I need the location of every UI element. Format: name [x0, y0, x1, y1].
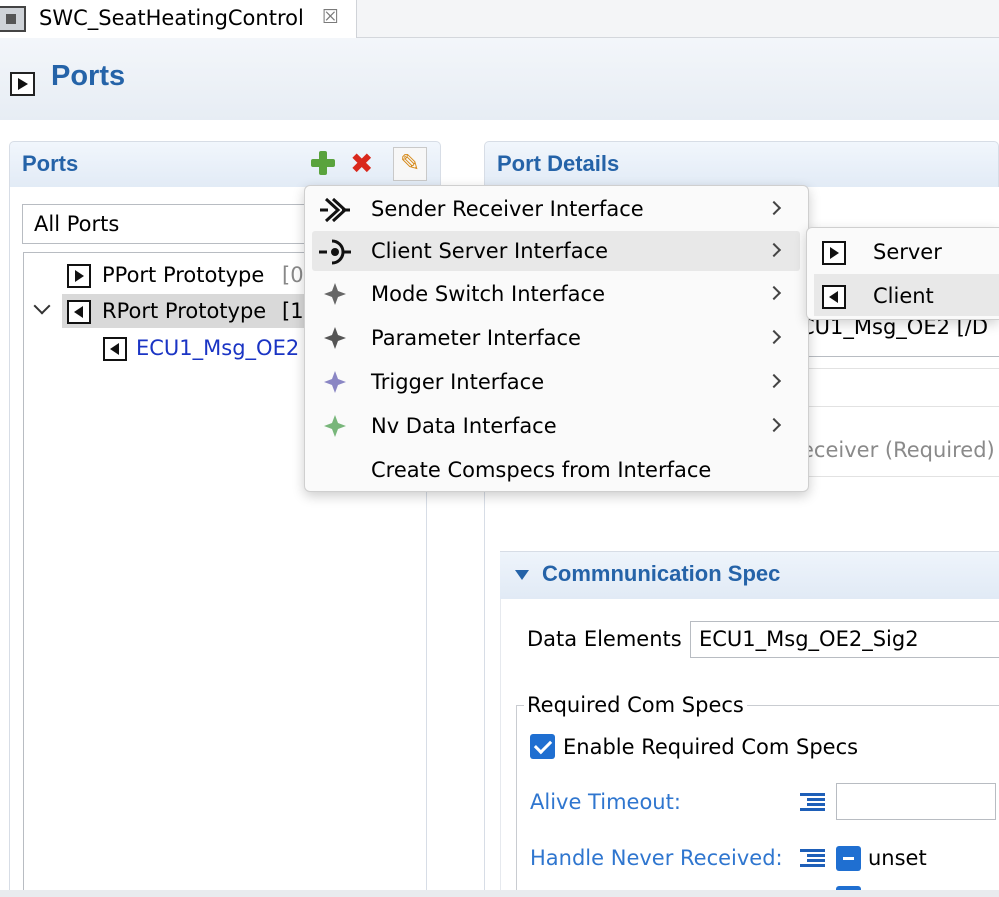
- menu-item-mode-switch[interactable]: Mode Switch Interface: [371, 282, 605, 306]
- menu-item-sender-receiver[interactable]: Sender Receiver Interface: [371, 197, 644, 221]
- sender-receiver-icon: [320, 197, 350, 223]
- required-port-icon: [103, 337, 127, 361]
- menu-item-client-server[interactable]: Client Server Interface: [371, 239, 608, 263]
- tree-item-pport[interactable]: PPort Prototype: [102, 263, 264, 287]
- tree-item-rport[interactable]: RPort Prototype: [102, 299, 266, 323]
- tree-item-rport-count: [1: [282, 299, 304, 323]
- required-com-specs-title: Required Com Specs: [524, 693, 747, 717]
- client-port-icon: [822, 285, 846, 309]
- enable-required-checkbox[interactable]: [530, 734, 555, 759]
- client-server-icon: [319, 239, 351, 265]
- comm-spec-title: Commnunication Spec: [542, 561, 781, 586]
- required-port-icon: [67, 300, 91, 324]
- port-filter-value: All Ports: [34, 212, 120, 236]
- list-icon[interactable]: [800, 849, 825, 867]
- parameter-icon: [324, 327, 346, 349]
- ports-section-title: Ports: [22, 151, 79, 176]
- delete-icon[interactable]: ✖: [350, 150, 373, 178]
- handle-never-received-value: unset: [868, 846, 927, 870]
- data-elements-label: Data Elements: [527, 627, 682, 651]
- port-kind-value: eceiver (Required): [801, 438, 995, 462]
- server-port-icon: [822, 241, 846, 265]
- menu-item-parameter[interactable]: Parameter Interface: [371, 326, 581, 350]
- enable-required-label[interactable]: Enable Required Com Specs: [563, 735, 858, 759]
- submenu-item-client[interactable]: Client: [873, 284, 934, 308]
- tree-item-ecu1-msg[interactable]: ECU1_Msg_OE2: [136, 336, 299, 360]
- horizontal-scrollbar[interactable]: [0, 890, 999, 897]
- port-icon: [10, 72, 35, 96]
- submenu-item-server[interactable]: Server: [873, 240, 942, 264]
- menu-item-trigger[interactable]: Trigger Interface: [371, 370, 544, 394]
- tree-item-pport-count: [0: [282, 263, 304, 287]
- provided-port-icon: [67, 264, 91, 288]
- alive-timeout-input[interactable]: [836, 783, 996, 820]
- page-header: [0, 38, 999, 120]
- trigger-icon: [324, 371, 346, 393]
- data-elements-value: ECU1_Msg_OE2_Sig2: [699, 627, 919, 651]
- add-icon[interactable]: [311, 151, 335, 175]
- menu-item-nv-data[interactable]: Nv Data Interface: [371, 414, 557, 438]
- mode-switch-icon: [324, 283, 346, 305]
- handle-never-received-label[interactable]: Handle Never Received:: [530, 846, 783, 870]
- alive-timeout-label[interactable]: Alive Timeout:: [530, 790, 681, 814]
- nv-data-icon: [324, 415, 346, 437]
- editor-tab-title: SWC_SeatHeatingControl: [39, 6, 304, 30]
- page-title: Ports: [51, 60, 126, 92]
- triangle-down-icon[interactable]: [515, 570, 529, 580]
- edit-icon[interactable]: [393, 147, 427, 181]
- menu-item-create-comspecs[interactable]: Create Comspecs from Interface: [371, 458, 711, 482]
- port-details-title: Port Details: [497, 151, 620, 176]
- close-icon[interactable]: ☒: [322, 6, 339, 28]
- list-icon[interactable]: [800, 793, 825, 811]
- handle-never-received-checkbox[interactable]: [836, 846, 861, 871]
- component-icon: [0, 6, 26, 32]
